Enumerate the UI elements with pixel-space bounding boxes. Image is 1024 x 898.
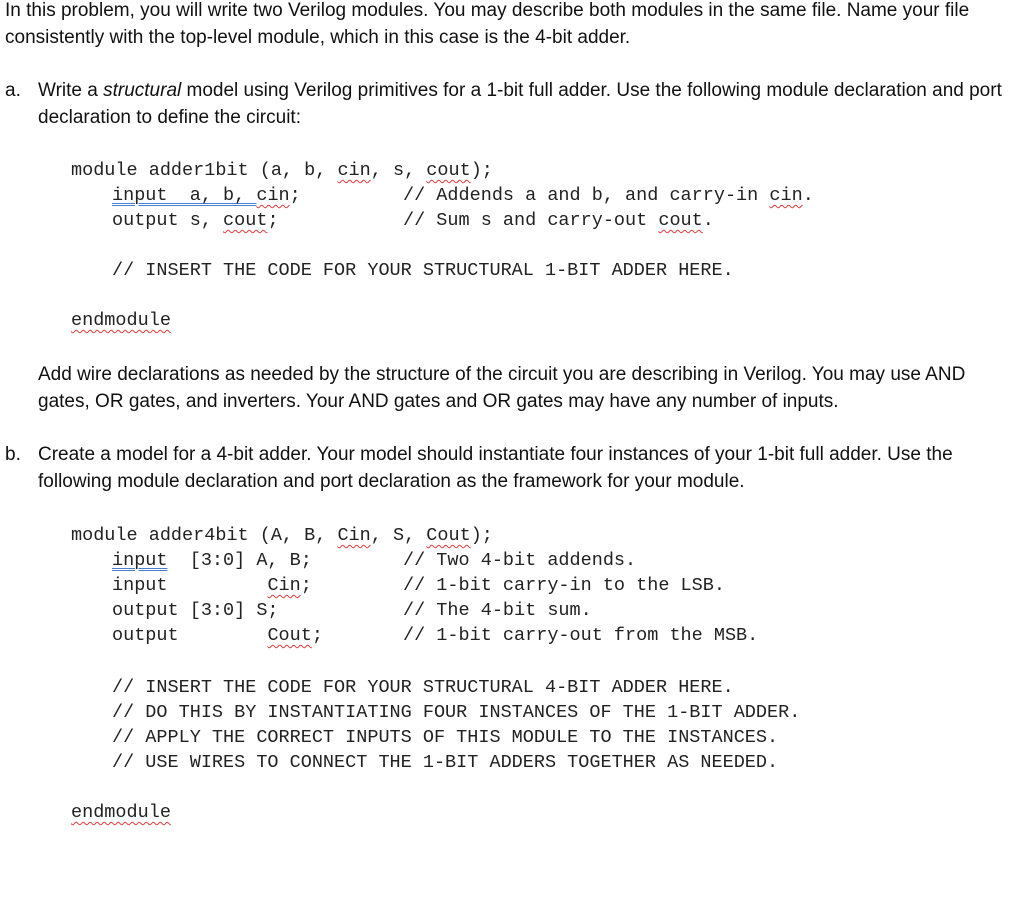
insert-comment-1bit: // INSERT THE CODE FOR YOUR STRUCTURAL 1… [112, 260, 734, 281]
output-declaration-1bit: output s, cout; [112, 210, 279, 231]
output-s-declaration: output [3:0] S; [112, 600, 279, 621]
output-cout-declaration: output Cout; [112, 625, 323, 646]
emphasis-structural: structural [103, 80, 182, 101]
insert-comment-4bit-1: // INSERT THE CODE FOR YOUR STRUCTURAL 4… [112, 677, 734, 698]
part-a-note: Add wire declarations as needed by the s… [38, 364, 966, 412]
comment-sum-4bit: // The 4-bit sum. [403, 600, 592, 621]
comment-sum: // Sum s and carry-out cout. [403, 210, 714, 231]
endmodule-4bit: endmodule [71, 802, 171, 823]
input-declaration-1bit: input a, b, cin; [112, 185, 301, 206]
insert-comment-4bit-4: // USE WIRES TO CONNECT THE 1-BIT ADDERS… [112, 752, 779, 773]
code-block-adder4bit: module adder4bit (A, B, Cin, S, Cout); i… [71, 523, 800, 898]
part-a-marker: a. [5, 80, 21, 101]
part-b-text: Create a model for a 4-bit adder. Your m… [38, 444, 953, 492]
comment-carry-in: // 1-bit carry-in to the LSB. [403, 575, 725, 596]
intro-paragraph: In this problem, you will write two Veri… [5, 0, 970, 48]
part-a-text: Write a structural model using Verilog p… [38, 80, 1002, 128]
comment-two-addends: // Two 4-bit addends. [403, 550, 637, 571]
module-declaration-4bit: module adder4bit (A, B, Cin, S, Cout); [71, 525, 493, 546]
insert-comment-4bit-3: // APPLY THE CORRECT INPUTS OF THIS MODU… [112, 727, 779, 748]
input-cin-declaration: input Cin; [112, 575, 312, 596]
part-b: b. Create a model for a 4-bit adder. You… [5, 441, 1015, 495]
code-block-adder1bit: module adder1bit (a, b, cin, s, cout); i… [71, 158, 814, 358]
comment-carry-out: // 1-bit carry-out from the MSB. [403, 625, 759, 646]
part-a: a. Write a structural model using Verilo… [5, 77, 1015, 131]
endmodule-1bit: endmodule [71, 310, 171, 331]
comment-addends: // Addends a and b, and carry-in cin. [403, 185, 814, 206]
insert-comment-4bit-2: // DO THIS BY INSTANTIATING FOUR INSTANC… [112, 702, 801, 723]
part-b-marker: b. [5, 444, 21, 465]
input-ab-declaration: input [3:0] A, B; [112, 550, 312, 571]
module-declaration-1bit: module adder1bit (a, b, cin, s, cout); [71, 160, 493, 181]
